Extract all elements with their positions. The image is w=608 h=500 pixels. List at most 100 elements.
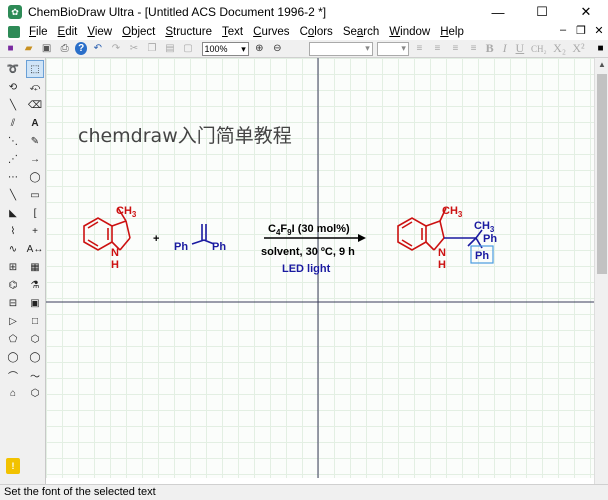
subscript-button[interactable]: X₂	[551, 41, 568, 56]
undo-icon[interactable]: ↶	[90, 41, 105, 57]
menu-colors[interactable]: Colors	[295, 26, 338, 38]
chemistry-templates-icon[interactable]: ⚗	[26, 276, 44, 294]
menu-help[interactable]: Help	[435, 26, 469, 38]
font-size-select[interactable]	[376, 41, 409, 56]
tlc-tool-icon[interactable]: ▦	[26, 258, 44, 276]
clear-icon[interactable]: ▢	[181, 41, 196, 57]
wavy-bond-tool-icon[interactable]: ∿	[4, 240, 22, 258]
open-folder-icon[interactable]: ▰	[21, 41, 36, 57]
rotate-tool-icon[interactable]: ⟲	[4, 78, 22, 96]
conditions-label: solvent, 30 ºC, 9 h	[261, 246, 355, 258]
font-select[interactable]	[308, 41, 373, 56]
product-ph-selected-label[interactable]: Ph	[475, 250, 489, 262]
solid-bond-tool-icon[interactable]: ╲	[4, 96, 22, 114]
plate-tool-icon[interactable]: ⊟	[4, 294, 22, 312]
cyclohexane-chair-icon[interactable]: ◯	[4, 348, 22, 366]
drawing-elements-icon[interactable]: ▭	[26, 186, 44, 204]
bold-button[interactable]: B	[483, 41, 496, 56]
heading-text: chemdraw入门简单教程	[78, 125, 292, 147]
eraser-tool-icon[interactable]: ⌫	[26, 96, 44, 114]
doc-minimize-button[interactable]: –	[554, 24, 572, 40]
orbital-tool-icon[interactable]: ◯	[26, 168, 44, 186]
chair-conformation-2-icon[interactable]: 〜	[26, 366, 44, 384]
redo-icon[interactable]: ↷	[108, 41, 123, 57]
superscript-button[interactable]: X²	[570, 41, 587, 56]
minimize-button[interactable]: —	[476, 0, 520, 24]
cycloheptane-ring-icon[interactable]: ◯	[26, 348, 44, 366]
pentagon-ring-icon[interactable]: ⬠	[4, 330, 22, 348]
scroll-up-icon[interactable]: ▲	[595, 58, 608, 72]
help-icon[interactable]: ?	[75, 42, 88, 55]
chair-conformation-icon[interactable]: ⌒	[4, 366, 22, 384]
chain-tool-icon[interactable]: ⌇	[4, 222, 22, 240]
copy-icon[interactable]: ❐	[144, 41, 159, 57]
cyclopentadiene-ring-icon[interactable]: ⌂	[4, 384, 22, 402]
cut-icon[interactable]: ✂	[126, 41, 141, 57]
maximize-button[interactable]: ☐	[520, 0, 564, 24]
align-center-icon[interactable]: ≡	[430, 41, 445, 57]
hashed-bond-tool-icon[interactable]: ⋰	[4, 150, 22, 168]
formula-button[interactable]: CH₂	[528, 44, 549, 54]
vertical-scrollbar[interactable]: ▲	[594, 58, 608, 484]
templates-tool-icon[interactable]: ⌬	[4, 276, 22, 294]
reactant-diphenylethylene[interactable]	[191, 224, 215, 245]
zoom-in-icon[interactable]: ⊕	[252, 41, 267, 57]
bracket-tool-icon[interactable]: [	[26, 204, 44, 222]
menu-structure[interactable]: Structure	[160, 26, 217, 38]
hexagon-ring-icon[interactable]: ⬡	[26, 330, 44, 348]
reaction-scheme: chemdraw入门简单教程 CH3 N H + Ph Ph C4F9I (30…	[46, 58, 594, 478]
marquee-tool-icon[interactable]: ⬚	[26, 60, 44, 78]
zoom-out-icon[interactable]: ⊖	[270, 41, 285, 57]
notification-icon[interactable]: !	[6, 458, 20, 474]
menu-text[interactable]: Text	[217, 26, 248, 38]
menu-search[interactable]: Search	[338, 26, 384, 38]
text-tool-icon[interactable]: A	[26, 114, 44, 132]
scroll-thumb[interactable]	[597, 74, 607, 274]
menu-curves[interactable]: Curves	[248, 26, 294, 38]
templates-icon[interactable]: ■	[3, 41, 18, 57]
double-bond-tool-icon[interactable]: ⫽	[4, 114, 22, 132]
doc-restore-button[interactable]: ❐	[572, 24, 590, 40]
menu-window[interactable]: Window	[384, 26, 435, 38]
underline-button[interactable]: U	[513, 41, 526, 56]
lasso-tool-icon[interactable]: ➰	[4, 60, 22, 78]
align-left-icon[interactable]: ≡	[412, 41, 427, 57]
product-h-label: H	[438, 259, 446, 271]
zoom-select[interactable]: 100%	[201, 41, 249, 56]
wedge-bond-tool-icon[interactable]: ◣	[4, 204, 22, 222]
save-icon[interactable]: ▣	[39, 41, 54, 57]
triangle-ring-icon[interactable]: ▷	[4, 312, 22, 330]
menu-file[interactable]: File	[24, 26, 53, 38]
query-tool-icon[interactable]: A↔	[26, 240, 44, 258]
structure-perspective-icon[interactable]: ⤽	[26, 78, 44, 96]
paste-icon[interactable]: ▤	[162, 41, 177, 57]
product-quaternary-carbon[interactable]	[444, 229, 483, 249]
justify-icon[interactable]: ≡	[466, 41, 481, 57]
square-ring-icon[interactable]: □	[26, 312, 44, 330]
print-icon[interactable]: ⎙	[57, 41, 72, 57]
title-bar: ✿ ChemBioDraw Ultra - [Untitled ACS Docu…	[0, 0, 608, 24]
menu-view[interactable]: View	[82, 26, 117, 38]
doc-close-button[interactable]: ✕	[590, 24, 608, 40]
menu-edit[interactable]: Edit	[53, 26, 83, 38]
document-icon[interactable]	[8, 26, 20, 38]
color-swatch-icon[interactable]: ■	[593, 41, 608, 57]
product-structure[interactable]	[397, 207, 447, 251]
hashed-wedge-tool-icon[interactable]: ⋯	[4, 168, 22, 186]
status-bar: Set the font of the selected text	[0, 484, 608, 500]
bold-bond-tool-icon[interactable]: ╲	[4, 186, 22, 204]
color-tool-icon[interactable]: ▣	[26, 294, 44, 312]
product-methyl-label: CH3	[442, 205, 463, 219]
table-tool-icon[interactable]: ⊞	[4, 258, 22, 276]
close-button[interactable]: ✕	[564, 0, 608, 24]
dashed-bond-tool-icon[interactable]: ⋱	[4, 132, 22, 150]
benzene-ring-icon[interactable]: ⬡	[26, 384, 44, 402]
chemdraw-app-icon[interactable]: ✿	[8, 5, 22, 19]
menu-object[interactable]: Object	[117, 26, 160, 38]
arrow-tool-icon[interactable]: →	[26, 150, 44, 168]
document-canvas[interactable]: chemdraw入门简单教程 CH3 N H + Ph Ph C4F9I (30…	[46, 58, 594, 478]
italic-button[interactable]: I	[498, 41, 511, 56]
align-right-icon[interactable]: ≡	[448, 41, 463, 57]
chemical-symbols-icon[interactable]: +	[26, 222, 44, 240]
pen-tool-icon[interactable]: ✎	[26, 132, 44, 150]
